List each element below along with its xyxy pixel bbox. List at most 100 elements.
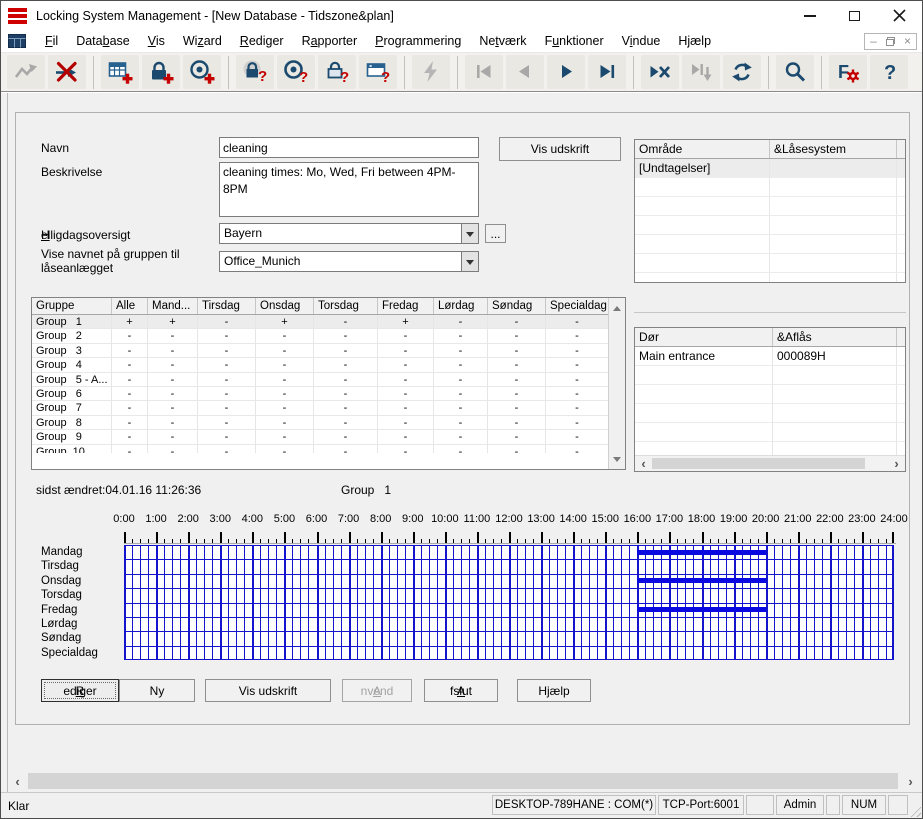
vise-navnet-combobox[interactable]: Office_Munich (219, 251, 479, 272)
beskrivelse-textarea[interactable]: cleaning times: Mo, Wed, Fri between 4PM… (219, 162, 479, 217)
table-row[interactable]: Group 5 - A...--------- (32, 373, 625, 387)
scroll-right-icon[interactable]: › (902, 771, 919, 791)
scrollbar-thumb[interactable] (28, 773, 898, 789)
table-row[interactable]: Group 6--------- (32, 387, 625, 401)
mdi-close-button[interactable]: × (899, 34, 916, 49)
column-header[interactable]: Tirsdag (198, 298, 256, 314)
menu-item-wizard[interactable]: Wizard (174, 32, 231, 50)
menu-item-netvrk[interactable]: Netværk (470, 32, 535, 50)
help-button[interactable]: ? (870, 55, 908, 89)
table-row[interactable] (635, 178, 905, 197)
column-header[interactable]: Torsdag (314, 298, 378, 314)
new-timezone-plan-button[interactable] (101, 55, 139, 89)
nav-cancel-button[interactable] (641, 55, 679, 89)
browse-button[interactable]: ... (485, 224, 506, 243)
visudskrift-button[interactable]: Vis udskrift (205, 679, 331, 702)
column-header[interactable]: Lørdag (434, 298, 488, 314)
column-header[interactable]: Onsdag (256, 298, 314, 314)
nav-next-button[interactable] (547, 55, 585, 89)
resize-grip[interactable] (908, 804, 921, 817)
table-row[interactable]: Group 1++-+-+--- (32, 315, 625, 329)
jump-arrow-button[interactable] (7, 55, 45, 89)
menu-item-vindue[interactable]: Vindue (613, 32, 670, 50)
nav-apply-down-button[interactable] (682, 55, 720, 89)
minimize-button[interactable] (787, 1, 832, 30)
nav-first-button[interactable] (465, 55, 503, 89)
scrollbar-thumb[interactable] (652, 458, 865, 469)
menu-item-hjlp[interactable]: Hjælp (669, 32, 720, 50)
table-row[interactable]: Group 3--------- (32, 344, 625, 358)
table-row[interactable] (635, 404, 905, 423)
mdi-restore-button[interactable] (882, 34, 899, 49)
table-row[interactable]: Main entrance000089H (635, 347, 905, 366)
menu-item-vis[interactable]: Vis (139, 32, 174, 50)
close-button[interactable] (877, 1, 922, 30)
column-header[interactable]: Dør (635, 328, 773, 346)
table-row[interactable] (635, 273, 905, 283)
timeline-grid[interactable] (124, 545, 894, 660)
column-header[interactable]: Søndag (488, 298, 546, 314)
scroll-left-icon[interactable]: ‹ (9, 771, 26, 791)
door-table-scrollbar[interactable]: ‹ › (635, 455, 905, 471)
column-header[interactable]: &Aflås (773, 328, 897, 346)
filter-settings-button[interactable]: F (829, 55, 867, 89)
flash-button[interactable] (412, 55, 450, 89)
column-header[interactable]: Område (635, 140, 770, 158)
table-row[interactable] (635, 254, 905, 273)
column-header[interactable]: Specialdag (546, 298, 609, 314)
read-lock-data-button[interactable]: ? (318, 55, 356, 89)
hjlp-button[interactable]: Hjælp (517, 679, 591, 702)
program-dialog-button[interactable]: ? (359, 55, 397, 89)
menu-item-database[interactable]: Database (67, 32, 139, 50)
table-row[interactable]: [Undtagelser] (635, 159, 905, 178)
help-icon: ? (876, 59, 902, 85)
table-row[interactable] (635, 197, 905, 216)
search-button[interactable] (776, 55, 814, 89)
table-row[interactable]: Group 10--------- (32, 445, 625, 453)
navn-input[interactable] (219, 137, 479, 158)
column-header[interactable]: &Låsesystem (770, 140, 897, 158)
table-row[interactable] (635, 235, 905, 254)
table-row[interactable]: Group 7--------- (32, 401, 625, 415)
chevron-down-icon[interactable] (461, 224, 478, 243)
menu-item-rapporter[interactable]: Rapporter (293, 32, 367, 50)
read-transponder-button[interactable]: ? (277, 55, 315, 89)
scroll-down-icon[interactable] (609, 453, 625, 469)
scroll-left-icon[interactable]: ‹ (635, 456, 652, 471)
table-row[interactable]: Group 9--------- (32, 430, 625, 444)
column-header[interactable]: Gruppe (32, 298, 112, 314)
refresh-button[interactable] (723, 55, 761, 89)
menu-item-rediger[interactable]: Rediger (231, 32, 293, 50)
chevron-down-icon[interactable] (461, 252, 478, 271)
mdi-minimize-button[interactable]: – (865, 34, 882, 49)
vis-udskrift-top-button[interactable]: Vis udskrift (499, 137, 621, 161)
ny-button[interactable]: Ny (119, 679, 195, 702)
scroll-right-icon[interactable]: › (888, 456, 905, 471)
menu-item-programmering[interactable]: Programmering (366, 32, 470, 50)
column-header[interactable]: Fredag (378, 298, 434, 314)
scroll-up-icon[interactable] (609, 298, 625, 314)
column-header[interactable]: Mand... (148, 298, 198, 314)
table-row[interactable] (635, 423, 905, 442)
table-row[interactable] (635, 385, 905, 404)
disconnect-button[interactable] (48, 55, 86, 89)
maximize-button[interactable] (832, 1, 877, 30)
table-row[interactable]: Group 2--------- (32, 329, 625, 343)
new-transponder-button[interactable] (183, 55, 221, 89)
column-header[interactable]: Alle (112, 298, 148, 314)
table-row[interactable] (635, 216, 905, 235)
table-row[interactable]: Group 8--------- (32, 416, 625, 430)
afslut-button[interactable]: Afslut (424, 679, 498, 702)
table-row[interactable]: Group 4--------- (32, 358, 625, 372)
horizontal-scrollbar[interactable]: ‹ › (9, 771, 919, 791)
read-lock-button[interactable]: ? (236, 55, 274, 89)
menu-item-fil[interactable]: Fil (36, 32, 67, 50)
rediger-button[interactable]: Rediger (41, 679, 119, 702)
new-lock-button[interactable] (142, 55, 180, 89)
helligdagsoversigt-combobox[interactable]: Bayern (219, 223, 479, 244)
group-table-scrollbar[interactable] (608, 298, 625, 469)
nav-last-button[interactable] (588, 55, 626, 89)
table-row[interactable] (635, 366, 905, 385)
nav-previous-button[interactable] (506, 55, 544, 89)
menu-item-funktioner[interactable]: Funktioner (536, 32, 613, 50)
